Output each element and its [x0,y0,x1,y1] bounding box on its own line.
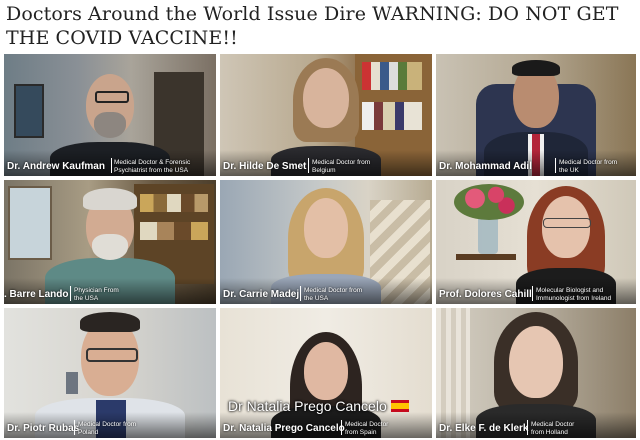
cabinet-items [140,222,208,240]
caption-divider [300,286,301,301]
flower-vase [478,214,498,254]
doctor-name: . Barre Lando [4,289,69,300]
video-grid: Dr. Andrew Kaufman Medical Doctor & Fore… [4,54,636,438]
person-head [304,198,348,258]
doctor-name: Dr. Elke F. de Klerk [439,423,529,434]
doctor-role: Medical Doctor from Spain [345,421,389,436]
doctor-name: Dr. Natalia Prego Cancelo [223,423,345,434]
doctor-role: Medical Doctor from the UK [559,159,618,174]
wall-frame [66,372,78,394]
headline: Doctors Around the World Issue Dire WARN… [6,3,619,49]
video-tile-madej[interactable]: Dr. Carrie Madej Medical Doctor from the… [220,180,432,304]
beard [94,112,126,138]
cabinet-items [140,194,208,212]
caption-divider [74,420,75,435]
doctor-name: Dr. Hilde De Smet [223,161,307,172]
caption-divider [308,158,309,173]
doctor-name: Dr. Carrie Madej [223,289,300,300]
video-tile-de-klerk[interactable]: Dr. Elke F. de Klerk Medical Doctor from… [436,308,636,438]
video-tile-lando[interactable]: . Barre Lando Physician From the USA [4,180,216,304]
glasses [543,218,591,228]
person-hair [512,60,560,76]
person-hair [80,312,140,332]
person-hair [83,188,137,210]
doctor-name: Dr. Andrew Kaufman [7,161,105,172]
doctor-role: Molecular Biologist and Immunologist fro… [536,287,612,302]
video-tile-kaufman[interactable]: Dr. Andrew Kaufman Medical Doctor & Fore… [4,54,216,176]
caption-divider [341,420,342,435]
video-tile-rubas[interactable]: Dr. Piotr Rubas Medical Doctor from Pola… [4,308,216,438]
caption-divider [111,158,112,173]
doctor-name: Dr. Piotr Rubas [7,423,80,434]
person-head [303,68,349,128]
caption-divider [555,158,556,173]
glasses [95,91,129,103]
person-head [304,342,348,400]
doctor-role: Medical Doctor from the USA [304,287,363,302]
books-row [362,62,422,90]
video-tile-adil[interactable]: Dr. Mohammad Adil Medical Doctor from th… [436,54,636,176]
video-tile-prego-cancelo[interactable]: Dr Natalia Prego Cancelo Dr. Natalia Pre… [220,308,432,438]
window [8,186,52,260]
spain-flag-icon [390,400,409,412]
video-tile-cahill[interactable]: Prof. Dolores Cahill Molecular Biologist… [436,180,636,304]
beard [92,234,128,260]
doctor-role: Medical Doctor from Poland [78,421,137,436]
doctor-name: Prof. Dolores Cahill [439,289,532,300]
caption-divider [527,420,528,435]
side-table [456,254,516,260]
caption-divider [532,286,533,301]
video-tile-de-smet[interactable]: Dr. Hilde De Smet Medical Doctor from Be… [220,54,432,176]
wall-painting [14,84,44,138]
caption-divider [70,286,71,301]
glasses [86,348,138,362]
doctor-role: Physician From the USA [74,287,119,302]
doctor-name: Dr. Mohammad Adil [439,161,532,172]
doctor-role: Medical Doctor & Forensic Psychiatrist f… [114,159,191,174]
doctor-role: Medical Doctor from Holland [531,421,575,436]
flowers [454,184,524,220]
doctor-role: Medical Doctor from Belgium [312,159,371,174]
books-row [362,102,422,130]
person-head [509,326,563,398]
